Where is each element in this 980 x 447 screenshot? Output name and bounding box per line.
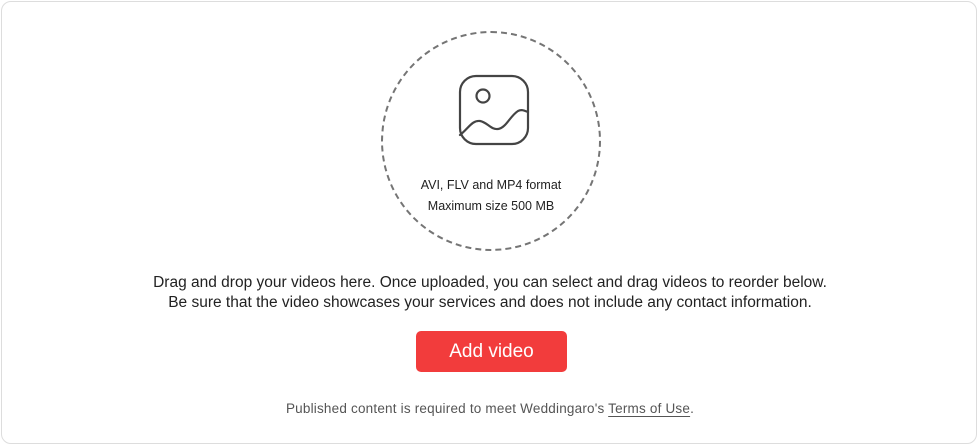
terms-note-prefix: Published content is required to meet We… <box>285 401 609 416</box>
format-text: AVI, FLV and MP4 format <box>420 178 562 192</box>
image-icon <box>458 74 530 146</box>
video-dropzone[interactable]: AVI, FLV and MP4 format Maximum size 500… <box>381 31 601 251</box>
max-size-text: Maximum size 500 MB <box>427 199 555 213</box>
terms-note-suffix: . <box>690 401 695 416</box>
instructions-line-1: Drag and drop your videos here. Once upl… <box>153 274 827 291</box>
upload-card: AVI, FLV and MP4 format Maximum size 500… <box>1 1 977 444</box>
add-video-button[interactable]: Add video <box>416 331 567 372</box>
terms-note: Published content is required to meet We… <box>2 401 978 416</box>
instructions-line-2: Be sure that the video showcases your se… <box>168 294 812 311</box>
terms-of-use-link[interactable]: Terms of Use <box>608 401 690 416</box>
